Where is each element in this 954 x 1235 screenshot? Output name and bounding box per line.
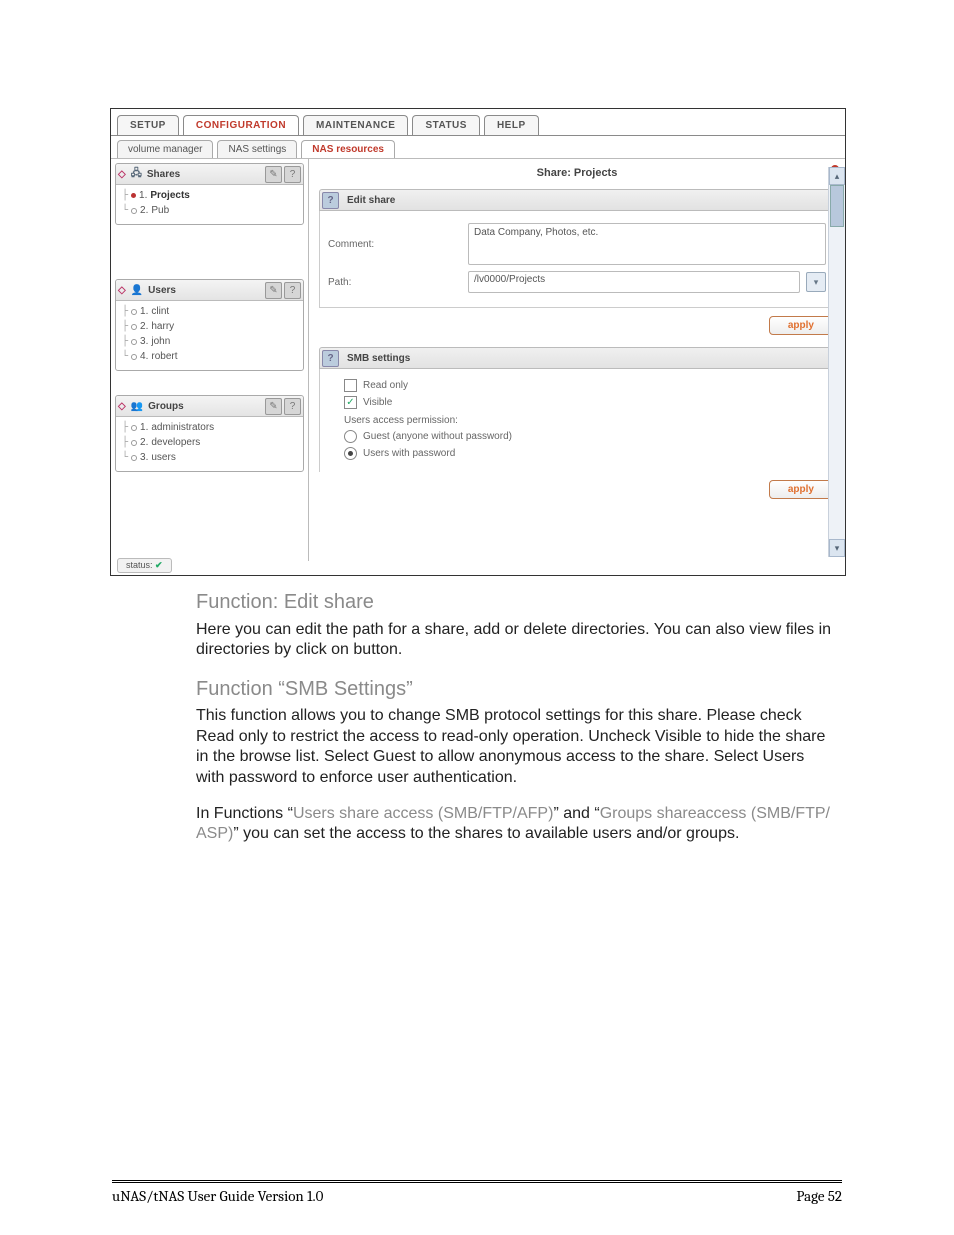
section-smb-settings: ? SMB settings — [319, 347, 835, 369]
expand-icon[interactable]: ◇ — [118, 169, 126, 180]
tree-item-developers[interactable]: ├2. developers — [122, 435, 299, 450]
readonly-checkbox[interactable] — [344, 379, 357, 392]
help-icon[interactable]: ? — [284, 398, 301, 415]
guest-label: Guest (anyone without password) — [363, 431, 512, 442]
readonly-row[interactable]: Read only — [344, 379, 826, 392]
heading-edit-share: Function: Edit share — [196, 590, 836, 616]
tree-item-administrators[interactable]: ├1. administrators — [122, 420, 299, 435]
link-users-share-access: Users share access (SMB/FTP/AFP) — [293, 805, 554, 822]
guest-row[interactable]: Guest (anyone without password) — [344, 430, 826, 443]
path-dropdown-button[interactable]: ▾ — [806, 272, 826, 292]
status-bar: status: ✔ — [117, 558, 172, 573]
readonly-label: Read only — [363, 380, 408, 391]
vertical-scrollbar[interactable]: ▴ ▾ — [828, 167, 845, 557]
subtab-nas-resources[interactable]: NAS resources — [301, 140, 395, 158]
tree-item-john[interactable]: ├3. john — [122, 334, 299, 349]
scroll-down-icon[interactable]: ▾ — [829, 539, 845, 557]
panel-users-title: Users — [148, 285, 176, 296]
panel-groups: ◇ 👥 Groups ✎? ├1. administrators ├2. devel… — [115, 395, 304, 472]
para-functions: In Functions “Users share access (SMB/FT… — [196, 804, 836, 845]
subtab-volume-manager[interactable]: volume manager — [117, 140, 213, 158]
permission-label: Users access permission: — [344, 415, 826, 426]
status-ok-icon: ✔ — [155, 560, 163, 570]
sub-tabs: volume manager NAS settings NAS resource… — [111, 136, 845, 159]
panel-shares: ◇ 🖧 Shares ✎? ├1. Projects └2. Pub — [115, 163, 304, 225]
expand-icon[interactable]: ◇ — [118, 401, 126, 412]
document-body: Function: Edit share Here you can edit t… — [196, 590, 836, 861]
sidebar: ◇ 🖧 Shares ✎? ├1. Projects └2. Pub ◇ 👤 Users… — [111, 159, 309, 561]
main-content: Share: Projects ? Edit share Comment: Da… — [309, 159, 845, 561]
tab-help[interactable]: HELP — [484, 115, 539, 135]
user-icon: 👤 — [131, 285, 143, 296]
visible-label: Visible — [363, 397, 392, 408]
visible-checkbox[interactable]: ✓ — [344, 396, 357, 409]
shares-icon: 🖧 — [131, 166, 142, 183]
groups-icon: 👥 — [131, 401, 143, 412]
edit-icon[interactable]: ✎ — [265, 398, 282, 415]
footer-title: uNAS/tNAS User Guide Version 1.0 — [112, 1187, 323, 1205]
tree-item-pub[interactable]: └2. Pub — [122, 203, 299, 218]
app-screenshot: SETUP CONFIGURATION MAINTENANCE STATUS H… — [110, 108, 846, 576]
apply-smb-button[interactable]: apply — [769, 480, 833, 499]
para-smb-settings: This function allows you to change SMB p… — [196, 706, 836, 788]
share-title: Share: Projects — [319, 167, 835, 179]
users-pw-label: Users with password — [363, 448, 455, 459]
scroll-up-icon[interactable]: ▴ — [829, 167, 845, 185]
edit-icon[interactable]: ✎ — [265, 282, 282, 299]
para-edit-share: Here you can edit the path for a share, … — [196, 620, 836, 661]
users-pw-row[interactable]: Users with password — [344, 447, 826, 460]
comment-label: Comment: — [328, 239, 468, 250]
panel-groups-title: Groups — [148, 401, 184, 412]
help-icon[interactable]: ? — [284, 166, 301, 183]
help-icon[interactable]: ? — [284, 282, 301, 299]
visible-row[interactable]: ✓ Visible — [344, 396, 826, 409]
path-label: Path: — [328, 277, 468, 288]
tree-item-users[interactable]: └3. users — [122, 450, 299, 465]
section-edit-share: ? Edit share — [319, 189, 835, 211]
users-pw-radio[interactable] — [344, 447, 357, 460]
status-label: status: — [126, 560, 153, 570]
subtab-nas-settings[interactable]: NAS settings — [217, 140, 297, 158]
page-footer: uNAS/tNAS User Guide Version 1.0 Page 52 — [112, 1180, 842, 1205]
tree-item-harry[interactable]: ├2. harry — [122, 319, 299, 334]
path-input[interactable]: /lv0000/Projects — [468, 271, 800, 293]
scroll-thumb[interactable] — [830, 185, 844, 227]
main-tabs: SETUP CONFIGURATION MAINTENANCE STATUS H… — [111, 109, 845, 136]
chevron-down-icon: ▾ — [814, 277, 819, 288]
heading-smb-settings: Function “SMB Settings” — [196, 677, 836, 703]
edit-icon[interactable]: ✎ — [265, 166, 282, 183]
comment-input[interactable]: Data Company, Photos, etc. — [468, 223, 826, 265]
tab-setup[interactable]: SETUP — [117, 115, 179, 135]
panel-users: ◇👤Users ✎? ├1. clint ├2. harry ├3. john … — [115, 279, 304, 371]
help-icon[interactable]: ? — [322, 350, 339, 367]
expand-icon[interactable]: ◇ — [118, 285, 126, 296]
apply-edit-button[interactable]: apply — [769, 316, 833, 335]
section-edit-share-title: Edit share — [347, 195, 395, 206]
tab-configuration[interactable]: CONFIGURATION — [183, 115, 299, 135]
panel-shares-title: Shares — [147, 169, 180, 180]
tree-item-projects[interactable]: ├1. Projects — [122, 188, 299, 203]
section-smb-title: SMB settings — [347, 353, 410, 364]
tree-item-clint[interactable]: ├1. clint — [122, 304, 299, 319]
help-icon[interactable]: ? — [322, 192, 339, 209]
tab-status[interactable]: STATUS — [412, 115, 480, 135]
guest-radio[interactable] — [344, 430, 357, 443]
footer-page: Page 52 — [796, 1187, 842, 1205]
tree-item-robert[interactable]: └4. robert — [122, 349, 299, 364]
tab-maintenance[interactable]: MAINTENANCE — [303, 115, 408, 135]
